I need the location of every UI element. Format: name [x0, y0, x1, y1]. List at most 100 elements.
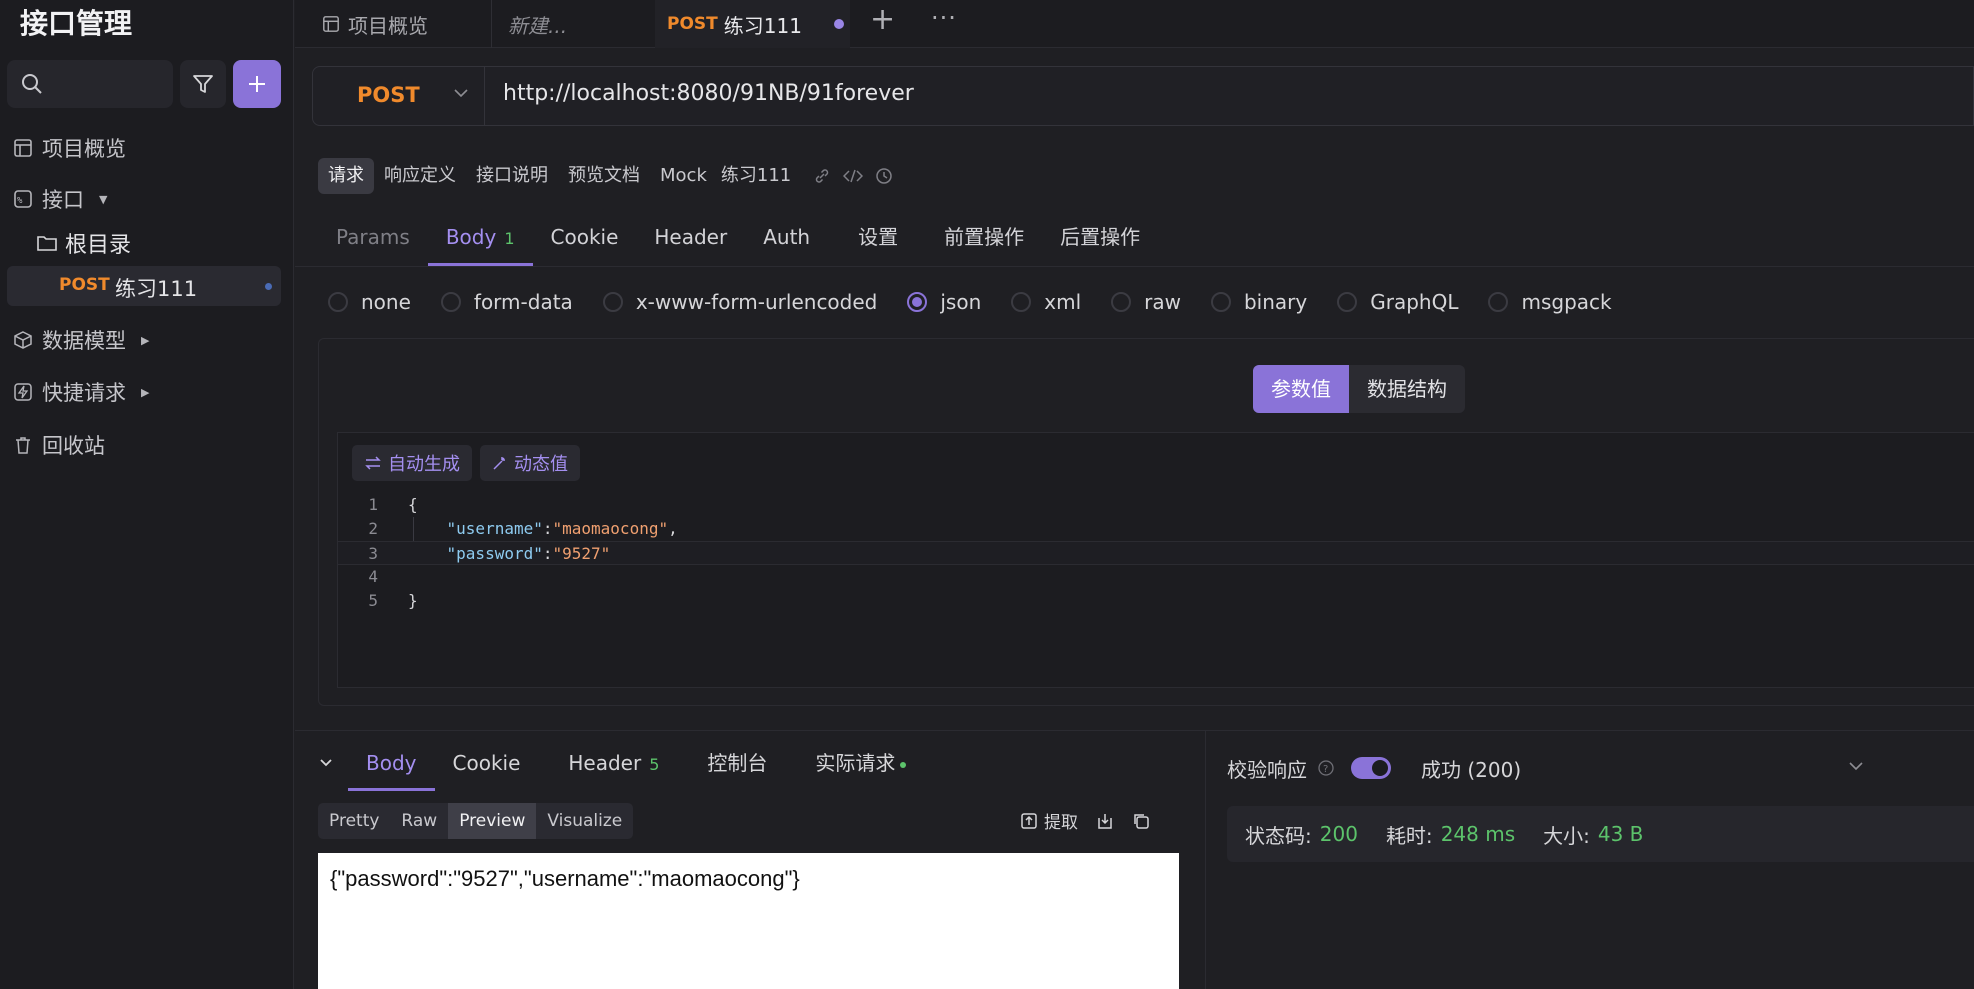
request-name[interactable]: 练习111 [717, 158, 795, 194]
radio-urlencoded[interactable]: x-www-form-urlencoded [602, 290, 877, 314]
tab-label: Header [568, 751, 642, 775]
validate-toggle[interactable] [1351, 757, 1391, 779]
tab-project-overview[interactable]: 项目概览 [322, 0, 428, 48]
json-sep: : [542, 519, 553, 538]
format-visualize[interactable]: Visualize [536, 803, 633, 839]
radio-button-selected[interactable] [907, 292, 928, 312]
count-badge: 5 [649, 755, 660, 774]
radio-label: GraphQL [1370, 290, 1459, 314]
magic-wand-icon [492, 455, 508, 471]
radio-binary[interactable]: binary [1210, 290, 1307, 314]
radio-button[interactable] [602, 292, 623, 312]
validate-response-row: 校验响应 ? 成功 (200) [1227, 750, 1521, 786]
resp-tab-body[interactable]: Body [348, 735, 435, 791]
extract-icon [1020, 812, 1038, 830]
tab-post-ops[interactable]: 后置操作 [1042, 208, 1158, 266]
radio-button[interactable] [1011, 292, 1032, 312]
button-label: 提取 [1044, 813, 1078, 833]
validate-label: 校验响应 [1227, 757, 1307, 782]
code-icon[interactable] [843, 167, 864, 185]
json-value: "maomaocong" [552, 519, 669, 538]
sidebar-item-quick[interactable]: 快捷请求 ▶ [13, 374, 149, 410]
format-raw[interactable]: Raw [390, 803, 448, 839]
radio-button[interactable] [1337, 292, 1358, 312]
segment-schema[interactable]: 数据结构 [1349, 365, 1465, 413]
tab-header[interactable]: Header [636, 208, 745, 266]
add-button[interactable] [233, 60, 281, 108]
radio-form-data[interactable]: form-data [440, 290, 573, 314]
tab-pre-ops[interactable]: 前置操作 [926, 208, 1042, 266]
format-preview[interactable]: Preview [448, 803, 537, 839]
layout-icon [322, 15, 340, 33]
new-tab-button[interactable]: + [870, 0, 895, 38]
radio-label: form-data [473, 290, 573, 314]
subtab-response-def[interactable]: 响应定义 [374, 158, 466, 194]
tab-label: 练习111 [723, 13, 802, 38]
chevron-down-icon[interactable] [1848, 758, 1864, 774]
tab-label: 项目概览 [348, 13, 428, 38]
radio-msgpack[interactable]: msgpack [1488, 290, 1612, 314]
subtab-preview-doc[interactable]: 预览文档 [558, 158, 650, 194]
radio-none[interactable]: none [328, 290, 411, 314]
segment-values[interactable]: 参数值 [1253, 365, 1349, 413]
radio-button[interactable] [328, 292, 348, 312]
radio-button[interactable] [440, 292, 461, 312]
filter-button[interactable] [180, 60, 226, 108]
sidebar-item-api[interactable]: % 接口 ▼ [13, 181, 107, 217]
radio-raw[interactable]: raw [1111, 290, 1181, 314]
resp-tab-header[interactable]: Header 5 [550, 735, 689, 791]
response-preview[interactable]: {"password":"9527","username":"maomaocon… [318, 853, 1179, 989]
copy-icon[interactable] [1132, 812, 1150, 830]
tab-request-active[interactable]: POST 练习111 [655, 0, 850, 48]
more-tabs-button[interactable]: ··· [931, 0, 957, 36]
history-icon[interactable] [875, 167, 893, 185]
url-input[interactable]: http://localhost:8080/91NB/91forever [503, 81, 914, 106]
collapse-icon[interactable] [318, 755, 348, 771]
extract-button[interactable]: 提取 [1020, 808, 1078, 833]
radio-button[interactable] [1210, 292, 1231, 312]
sidebar-item-models[interactable]: 数据模型 ▶ [13, 322, 149, 358]
sidebar-item-trash[interactable]: 回收站 [13, 427, 105, 463]
radio-xml[interactable]: xml [1011, 290, 1081, 314]
radio-button[interactable] [1111, 292, 1132, 312]
subtab-request[interactable]: 请求 [318, 158, 374, 194]
help-icon[interactable]: ? [1317, 759, 1335, 777]
resp-tab-actual-request[interactable]: 实际请求 [797, 735, 924, 791]
caret-down-icon: ▼ [99, 192, 108, 206]
resp-tab-cookie[interactable]: Cookie [435, 735, 551, 791]
subtab-mock[interactable]: Mock [650, 158, 717, 194]
sidebar-item-overview[interactable]: 项目概览 [13, 130, 126, 166]
radio-button[interactable] [1488, 292, 1509, 312]
code-text: { [408, 495, 418, 514]
resp-tab-console[interactable]: 控制台 [689, 735, 797, 791]
tab-auth[interactable]: Auth [745, 208, 840, 266]
json-sep: : [542, 544, 553, 563]
editor-toolbar: 自动生成 动态值 [352, 445, 580, 481]
tab-settings[interactable]: 设置 [840, 208, 926, 266]
json-editor[interactable]: 自动生成 动态值 1{ 2 "username":"maomaocong", 3… [337, 432, 1974, 688]
tab-body[interactable]: Body 1 [427, 208, 533, 266]
tree-folder-root[interactable]: 根目录 [36, 227, 131, 259]
line-number: 1 [368, 495, 378, 514]
json-key: "password" [446, 544, 543, 563]
tab-new[interactable]: 新建... [508, 0, 567, 48]
link-icon[interactable] [813, 167, 831, 185]
tab-label: Body [445, 225, 497, 249]
tree-item-selected[interactable]: POST 练习111 [7, 266, 281, 306]
search-input[interactable] [7, 60, 173, 108]
lightning-icon [13, 382, 33, 402]
tab-divider [491, 0, 492, 48]
dynamic-value-button[interactable]: 动态值 [480, 445, 580, 481]
auto-generate-button[interactable]: 自动生成 [352, 445, 472, 481]
radio-label: raw [1144, 290, 1181, 314]
radio-graphql[interactable]: GraphQL [1337, 290, 1458, 314]
radio-json[interactable]: json [907, 290, 981, 314]
download-icon[interactable] [1096, 812, 1114, 830]
subtab-api-desc[interactable]: 接口说明 [466, 158, 558, 194]
code-lines: 1{ 2 "username":"maomaocong", 3 "passwor… [338, 493, 1974, 613]
tab-params[interactable]: Params [318, 208, 428, 266]
method-select[interactable]: POST [313, 67, 485, 125]
format-pretty[interactable]: Pretty [318, 803, 390, 839]
tab-cookie[interactable]: Cookie [533, 208, 637, 266]
api-icon: % [13, 189, 33, 209]
